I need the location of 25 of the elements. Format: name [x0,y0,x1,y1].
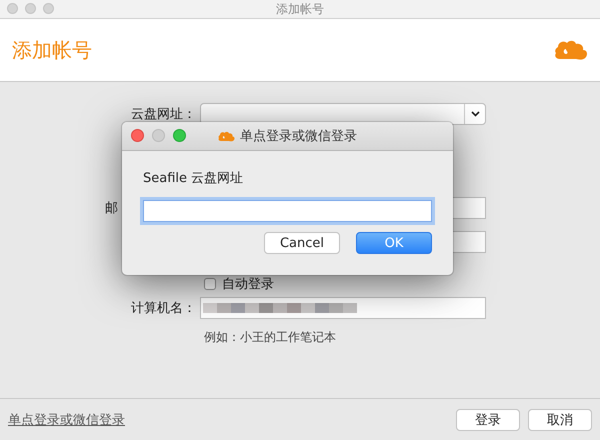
checkbox-label: 自动登录 [222,276,274,293]
footer-button[interactable]: 登录 [456,408,520,430]
field-label: 云盘网址： [131,106,197,123]
footer-button[interactable]: 取消 [528,408,592,430]
minimize-icon[interactable] [152,129,165,142]
dialog-title: 单点登录或微信登录 [240,128,357,145]
input-field[interactable] [200,297,486,319]
prompt-label: Seafile 云盘网址 [143,170,244,187]
cloud-logo-icon [554,39,588,61]
cancel-button[interactable]: Cancel [264,232,340,254]
window-control[interactable] [7,3,18,14]
window-control[interactable] [25,3,36,14]
close-icon[interactable] [131,129,144,142]
checkbox[interactable] [204,278,216,290]
page-title: 添加帐号 [12,36,92,64]
field-label: 邮 [104,200,119,217]
caret-icon [470,111,480,117]
zoom-icon[interactable] [173,129,186,142]
sso-link[interactable]: 单点登录或微信登录 [8,410,125,428]
field-label: 计算机名： [131,300,197,317]
hint-text: 例如：小王的工作笔记本 [203,329,337,346]
cloud-logo-icon [218,130,235,142]
url-input-field[interactable] [143,200,432,222]
window-title: 添加帐号 [276,0,324,18]
window-control[interactable] [43,3,54,14]
